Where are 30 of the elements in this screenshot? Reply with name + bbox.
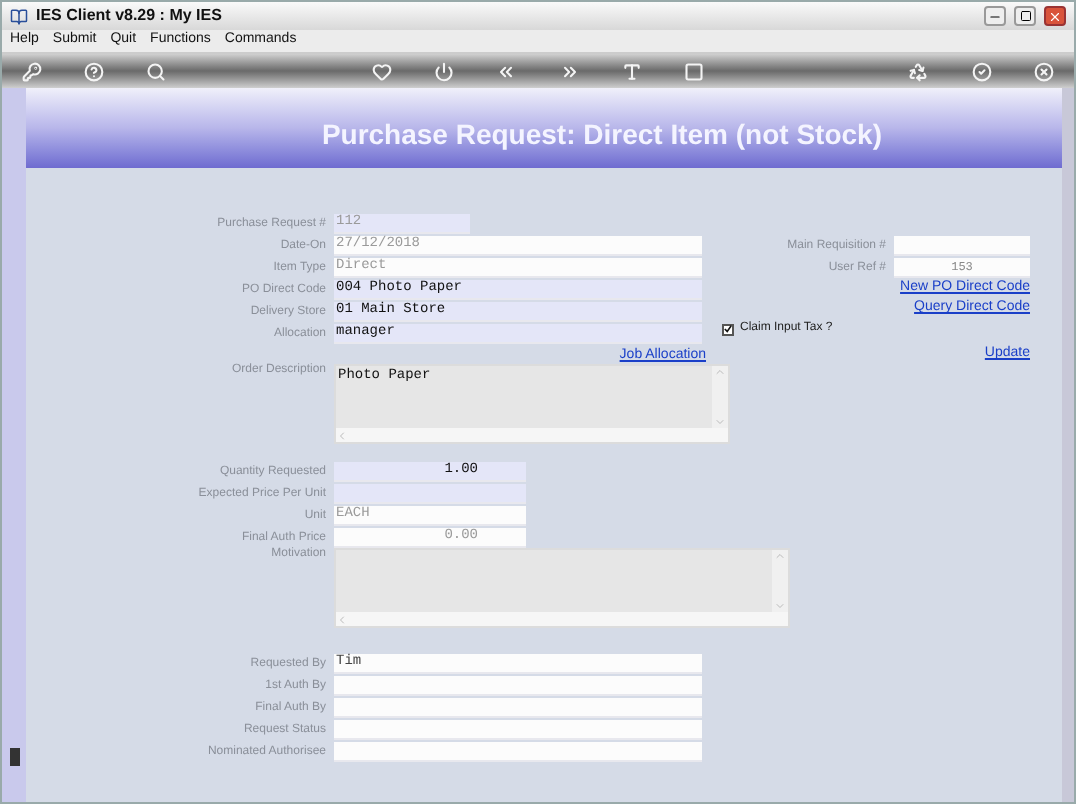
scrollbar[interactable] <box>1062 88 1074 802</box>
recycle-icon[interactable] <box>908 61 929 81</box>
double-right-icon[interactable] <box>559 61 580 81</box>
help-icon[interactable] <box>84 61 105 81</box>
key-icon[interactable] <box>22 61 42 81</box>
input-field[interactable] <box>334 719 702 739</box>
minimize-icon <box>988 10 1002 24</box>
search-icon[interactable] <box>146 61 167 81</box>
input-field[interactable] <box>334 675 702 695</box>
maximize-icon <box>1019 10 1031 22</box>
input-field[interactable] <box>334 697 702 717</box>
maximize-button[interactable] <box>1014 6 1036 26</box>
double-left-icon[interactable] <box>496 61 517 81</box>
input-field[interactable] <box>334 483 526 503</box>
app-icon <box>10 7 28 25</box>
window-title: IES Client v8.29 : My IES <box>36 4 224 28</box>
side-tab-icon[interactable] <box>9 748 19 766</box>
heart-icon[interactable] <box>371 61 392 81</box>
input-field[interactable] <box>334 741 702 761</box>
square-icon[interactable] <box>683 61 704 81</box>
close-icon <box>1048 9 1062 23</box>
page-title: Purchase Request: Direct Item (not Stock) <box>321 116 882 154</box>
close-button[interactable] <box>1044 6 1066 26</box>
check-icon[interactable] <box>971 61 992 81</box>
input-field[interactable] <box>894 235 1030 255</box>
power-icon[interactable] <box>434 61 455 81</box>
checkbox[interactable] <box>722 323 734 335</box>
minimize-button[interactable] <box>984 6 1006 26</box>
close-icon[interactable] <box>1033 61 1054 81</box>
text-icon[interactable] <box>621 61 642 81</box>
